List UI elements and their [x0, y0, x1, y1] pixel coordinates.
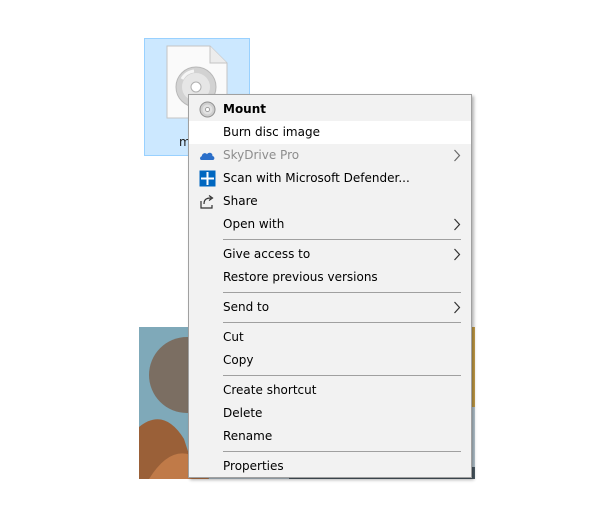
menu-item-restore-previous-versions[interactable]: Restore previous versions: [189, 266, 471, 289]
menu-item-copy[interactable]: Copy: [189, 349, 471, 372]
chevron-right-icon: [454, 301, 461, 314]
menu-item-mount[interactable]: Mount: [189, 98, 471, 121]
menu-item-label: Restore previous versions: [223, 270, 378, 284]
chevron-right-icon: [454, 218, 461, 231]
menu-item-scan-defender[interactable]: Scan with Microsoft Defender...: [189, 167, 471, 190]
menu-item-label: Rename: [223, 429, 273, 443]
share-icon: [200, 195, 214, 209]
menu-item-label: Send to: [223, 300, 270, 314]
menu-item-label: SkyDrive Pro: [223, 148, 300, 162]
menu-item-label: Cut: [223, 330, 244, 344]
menu-item-send-to[interactable]: Send to: [189, 296, 471, 319]
context-menu: Mount Burn disc image SkyDrive Pro Scan …: [188, 94, 472, 478]
chevron-right-icon: [454, 149, 461, 162]
menu-separator: [223, 322, 461, 323]
menu-item-cut[interactable]: Cut: [189, 326, 471, 349]
menu-item-label: Give access to: [223, 247, 311, 261]
defender-shield-icon: [199, 170, 216, 187]
disc-icon: [199, 101, 216, 118]
menu-separator: [223, 292, 461, 293]
menu-item-label: Delete: [223, 406, 263, 420]
menu-item-give-access-to[interactable]: Give access to: [189, 243, 471, 266]
menu-item-label: Properties: [223, 459, 284, 473]
menu-item-open-with[interactable]: Open with: [189, 213, 471, 236]
menu-item-skydrive-pro[interactable]: SkyDrive Pro: [189, 144, 471, 167]
menu-item-label: Burn disc image: [223, 125, 320, 139]
menu-item-label: Copy: [223, 353, 254, 367]
menu-item-delete[interactable]: Delete: [189, 402, 471, 425]
cloud-icon: [200, 152, 215, 160]
chevron-right-icon: [454, 248, 461, 261]
menu-separator: [223, 239, 461, 240]
menu-item-share[interactable]: Share: [189, 190, 471, 213]
menu-separator: [223, 451, 461, 452]
menu-item-rename[interactable]: Rename: [189, 425, 471, 448]
menu-item-create-shortcut[interactable]: Create shortcut: [189, 379, 471, 402]
menu-item-label: Open with: [223, 217, 285, 231]
menu-item-properties[interactable]: Properties: [189, 455, 471, 478]
menu-separator: [223, 375, 461, 376]
menu-item-label: Scan with Microsoft Defender...: [223, 171, 410, 185]
menu-item-burn-disc-image[interactable]: Burn disc image: [189, 121, 471, 144]
menu-item-label: Share: [223, 194, 258, 208]
menu-item-label: Mount: [223, 102, 267, 116]
menu-item-label: Create shortcut: [223, 383, 317, 397]
